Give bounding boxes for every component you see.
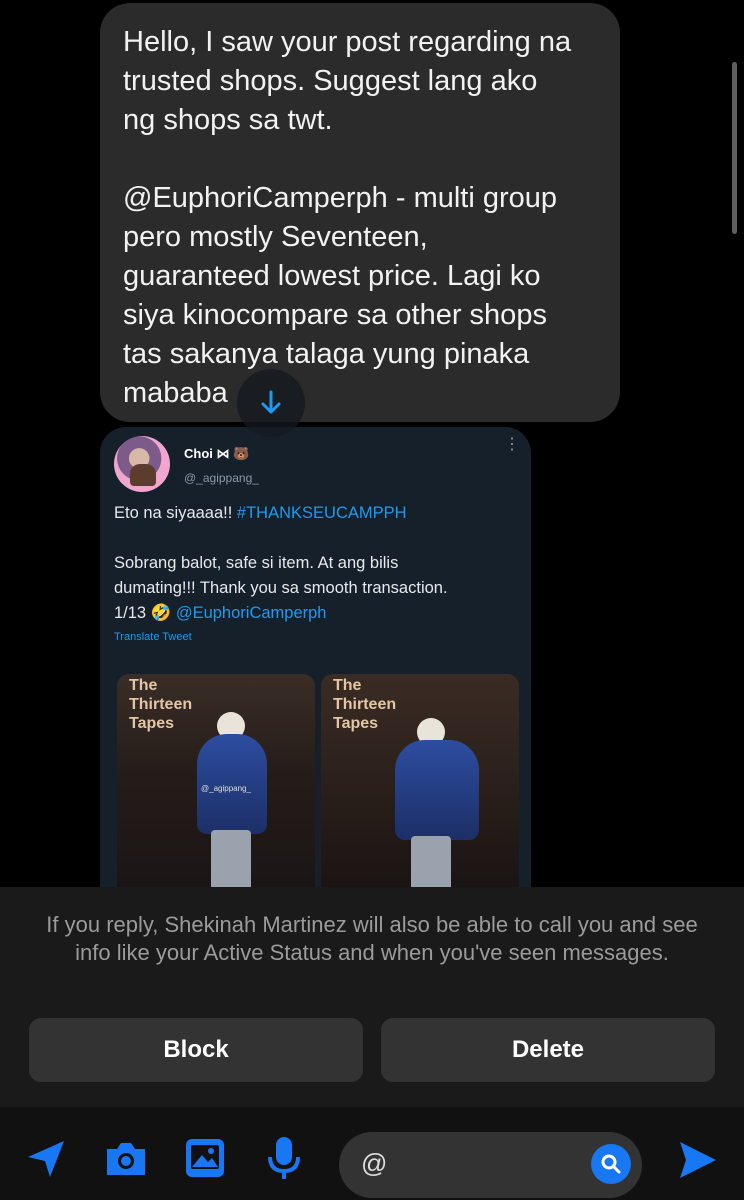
- reply-notice-panel: If you reply, Shekinah Martinez will als…: [0, 887, 744, 1200]
- avatar: [114, 436, 170, 492]
- image-icon[interactable]: [184, 1137, 226, 1179]
- send-icon[interactable]: [676, 1138, 720, 1182]
- message-line: mababa: [123, 377, 228, 409]
- photo-label: The Thirteen Tapes: [333, 677, 397, 732]
- send-arrow-icon[interactable]: [24, 1137, 68, 1181]
- message-line: guaranteed lowest price. Lagi ko: [123, 260, 541, 292]
- tweet-line: Sobrang balot, safe si item. At ang bili…: [114, 554, 399, 572]
- tweet-mention: @EuphoriCamperph: [175, 604, 327, 622]
- tweet-photo: The Thirteen Tapes @_agippang_: [117, 674, 315, 897]
- message-line: ng shops sa twt.: [123, 104, 333, 136]
- search-button[interactable]: [591, 1144, 631, 1184]
- download-button[interactable]: [237, 369, 305, 437]
- input-prefix: @: [361, 1148, 388, 1178]
- message-line: @EuphoriCamperph - multi group: [123, 182, 558, 214]
- more-options-icon: ⋮: [504, 436, 520, 453]
- search-icon: [601, 1154, 621, 1174]
- tweet-line: Eto na siyaaaa!! #THANKSEUCAMPPH: [114, 501, 407, 526]
- tweet-text: Eto na siyaaaa!!: [114, 504, 237, 522]
- tweet-line: dumating!!! Thank you sa smooth transact…: [114, 579, 448, 597]
- message-bubble: Hello, I saw your post regarding na trus…: [100, 3, 620, 422]
- camera-icon[interactable]: [103, 1139, 149, 1179]
- tweet-photo: The Thirteen Tapes: [321, 674, 519, 897]
- message-line: pero mostly Seventeen,: [123, 221, 428, 253]
- photo-label: The Thirteen Tapes: [129, 677, 193, 732]
- watermark: @_agippang_: [201, 784, 251, 793]
- tweet-screenshot-image[interactable]: Choi ⋈ 🐻 @_agippang_ ⋮ Eto na siyaaaa!! …: [100, 427, 531, 897]
- tweet-author-handle: @_agippang_: [184, 471, 259, 485]
- translate-tweet-link: Translate Tweet: [114, 631, 192, 643]
- microphone-icon[interactable]: [266, 1135, 302, 1183]
- message-line: trusted shops. Suggest lang ako: [123, 65, 538, 97]
- delete-button[interactable]: Delete: [381, 1018, 715, 1082]
- message-line: siya kinocompare sa other shops: [123, 299, 547, 331]
- tweet-author-name: Choi ⋈ 🐻: [184, 446, 250, 461]
- message-line: Hello, I saw your post regarding na: [123, 26, 572, 58]
- tweet-hashtag: #THANKSEUCAMPPH: [236, 504, 407, 522]
- block-button[interactable]: Block: [29, 1018, 363, 1082]
- reply-notice-text: If you reply, Shekinah Martinez will als…: [46, 912, 698, 965]
- tweet-text: 1/13 🤣: [114, 604, 176, 622]
- arrow-down-icon: [261, 390, 281, 414]
- message-line: tas sakanya talaga yung pinaka: [123, 338, 530, 370]
- composer-bar: @: [0, 1107, 744, 1200]
- message-input[interactable]: @: [339, 1132, 642, 1198]
- scrollbar[interactable]: [732, 62, 737, 234]
- tweet-line: 1/13 🤣 @EuphoriCamperph: [114, 601, 327, 626]
